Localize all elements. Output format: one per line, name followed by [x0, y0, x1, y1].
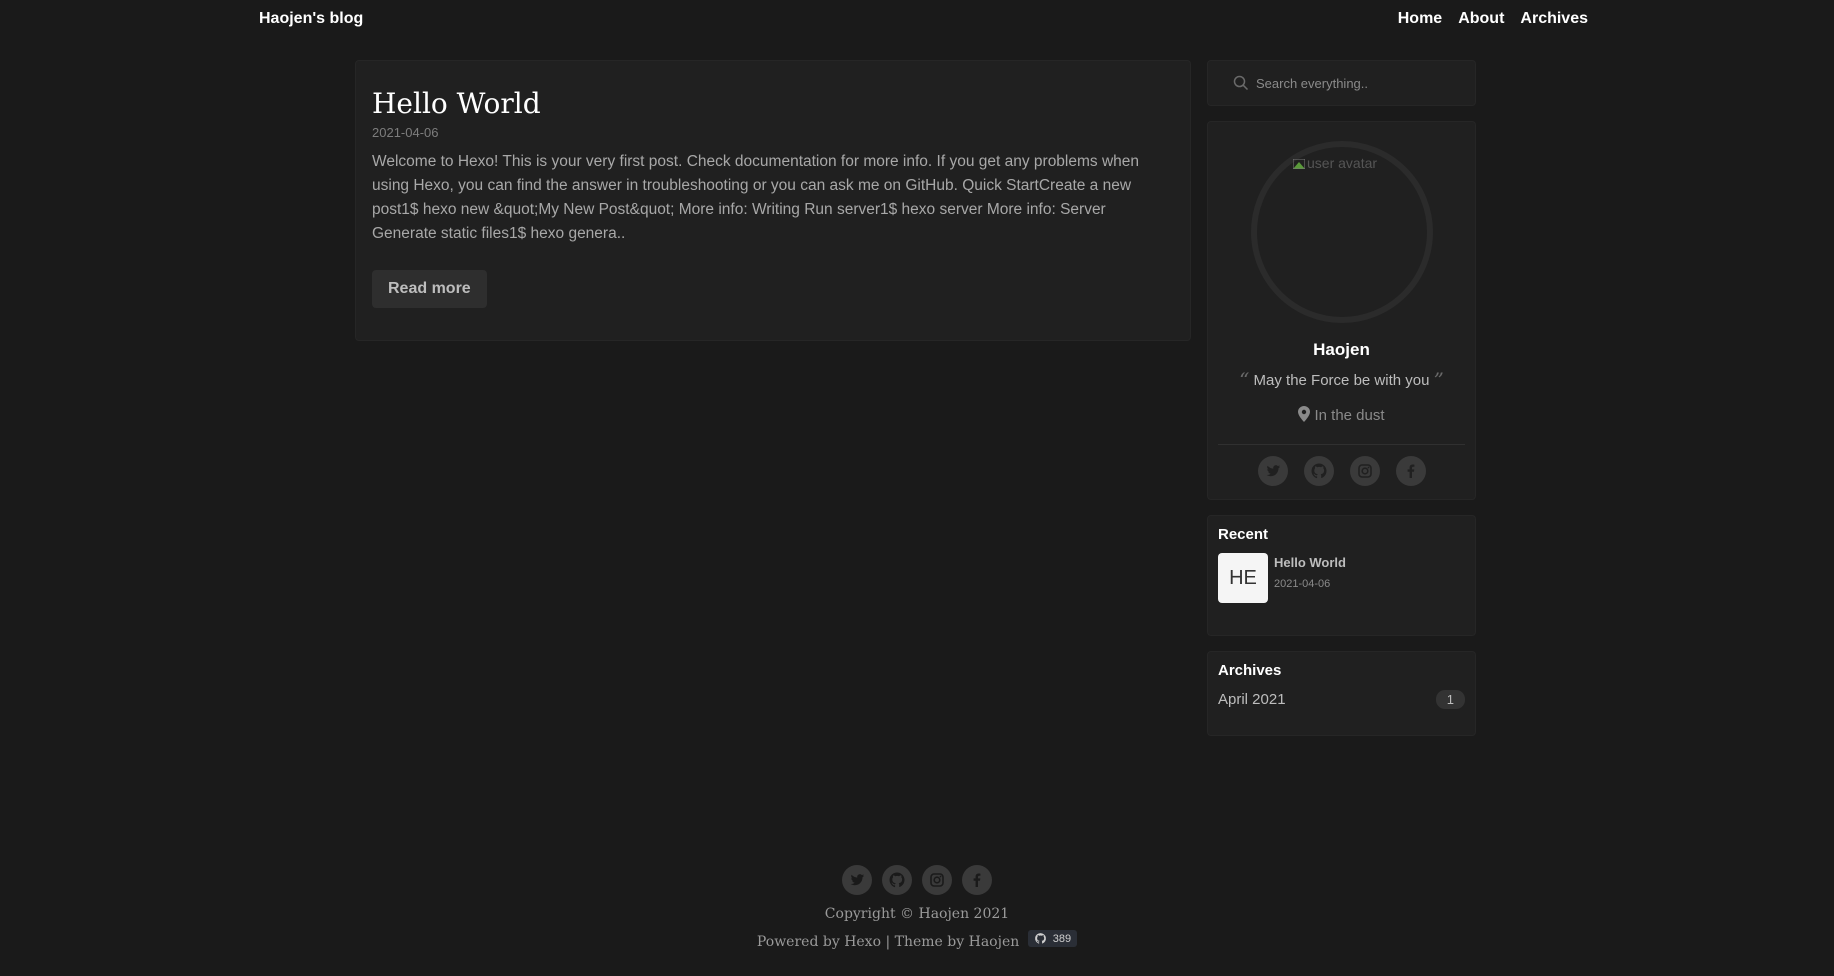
brand-link[interactable]: Haojen's blog: [259, 10, 363, 28]
post-card: Hello World 2021-04-06 Welcome to Hexo! …: [355, 60, 1191, 341]
nav-about[interactable]: About: [1458, 10, 1504, 28]
main-nav: Home About Archives: [1398, 10, 1588, 28]
archives-heading: Archives: [1218, 662, 1282, 679]
divider: [1218, 444, 1465, 445]
close-quote-icon: ”: [1433, 368, 1444, 392]
archives-widget: Archives April 2021 1: [1207, 651, 1476, 736]
profile-motto: “ May the Force be with you ”: [1208, 368, 1475, 392]
recent-post-date: 2021-04-06: [1274, 578, 1331, 590]
recent-heading: Recent: [1218, 526, 1269, 543]
location-text: In the dust: [1314, 407, 1385, 424]
profile-name: Haojen: [1313, 340, 1370, 359]
recent-post-title[interactable]: Hello World: [1274, 555, 1346, 570]
powered-prefix: Powered by: [756, 934, 840, 950]
post-date: 2021-04-06: [372, 125, 439, 140]
github-icon[interactable]: [1303, 456, 1334, 486]
twitter-icon[interactable]: [1257, 456, 1288, 486]
post-excerpt: Welcome to Hexo! This is your very first…: [372, 153, 1140, 242]
theme-author-link[interactable]: Haojen: [969, 934, 1020, 950]
search-icon: [1233, 75, 1249, 91]
avatar: user avatar: [1251, 141, 1433, 323]
search-box: [1207, 60, 1476, 106]
profile-location: In the dust: [1208, 406, 1475, 424]
recent-post-item[interactable]: HE Hello World 2021-04-06: [1218, 553, 1465, 603]
read-more-button[interactable]: Read more: [372, 270, 487, 308]
recent-post-meta: Hello World 2021-04-06: [1274, 553, 1346, 603]
nav-archives[interactable]: Archives: [1520, 10, 1588, 28]
recent-post-thumbnail[interactable]: HE: [1218, 553, 1268, 603]
github-stars-badge[interactable]: 389: [1027, 930, 1078, 947]
archive-item[interactable]: April 2021 1: [1218, 690, 1465, 709]
archive-count-badge: 1: [1435, 690, 1465, 709]
nav-home[interactable]: Home: [1398, 10, 1442, 28]
archive-month-link[interactable]: April 2021: [1218, 691, 1286, 708]
location-pin-icon: [1298, 406, 1311, 422]
github-icon[interactable]: [882, 865, 912, 895]
search-input[interactable]: [1254, 71, 1454, 95]
copyright-text: Copyright © Haojen 2021: [824, 906, 1010, 922]
profile-social-links: [1208, 456, 1475, 486]
facebook-icon[interactable]: [1395, 456, 1426, 486]
twitter-icon[interactable]: [842, 865, 872, 895]
avatar-alt-text: user avatar: [1293, 155, 1377, 171]
footer-social-links: [0, 865, 1834, 895]
broken-image-icon: [1293, 159, 1305, 169]
instagram-icon[interactable]: [1349, 456, 1380, 486]
github-icon: [1034, 933, 1046, 944]
hexo-link[interactable]: Hexo: [844, 934, 881, 950]
top-navbar: Haojen's blog Home About Archives: [0, 0, 1834, 42]
instagram-icon[interactable]: [922, 865, 952, 895]
recent-posts-widget: Recent HE Hello World 2021-04-06: [1207, 515, 1476, 636]
powered-by-line: Powered by Hexo | Theme by Haojen 389: [0, 930, 1834, 950]
post-title[interactable]: Hello World: [372, 85, 1174, 123]
theme-prefix: Theme by: [894, 934, 965, 950]
open-quote-icon: “: [1239, 368, 1250, 392]
facebook-icon[interactable]: [962, 865, 992, 895]
avatar-alt-label: user avatar: [1307, 155, 1378, 171]
footer-separator: |: [885, 934, 891, 950]
profile-card: user avatar Haojen “ May the Force be wi…: [1207, 121, 1476, 500]
motto-text: May the Force be with you: [1253, 372, 1430, 389]
star-count: 389: [1052, 932, 1072, 945]
